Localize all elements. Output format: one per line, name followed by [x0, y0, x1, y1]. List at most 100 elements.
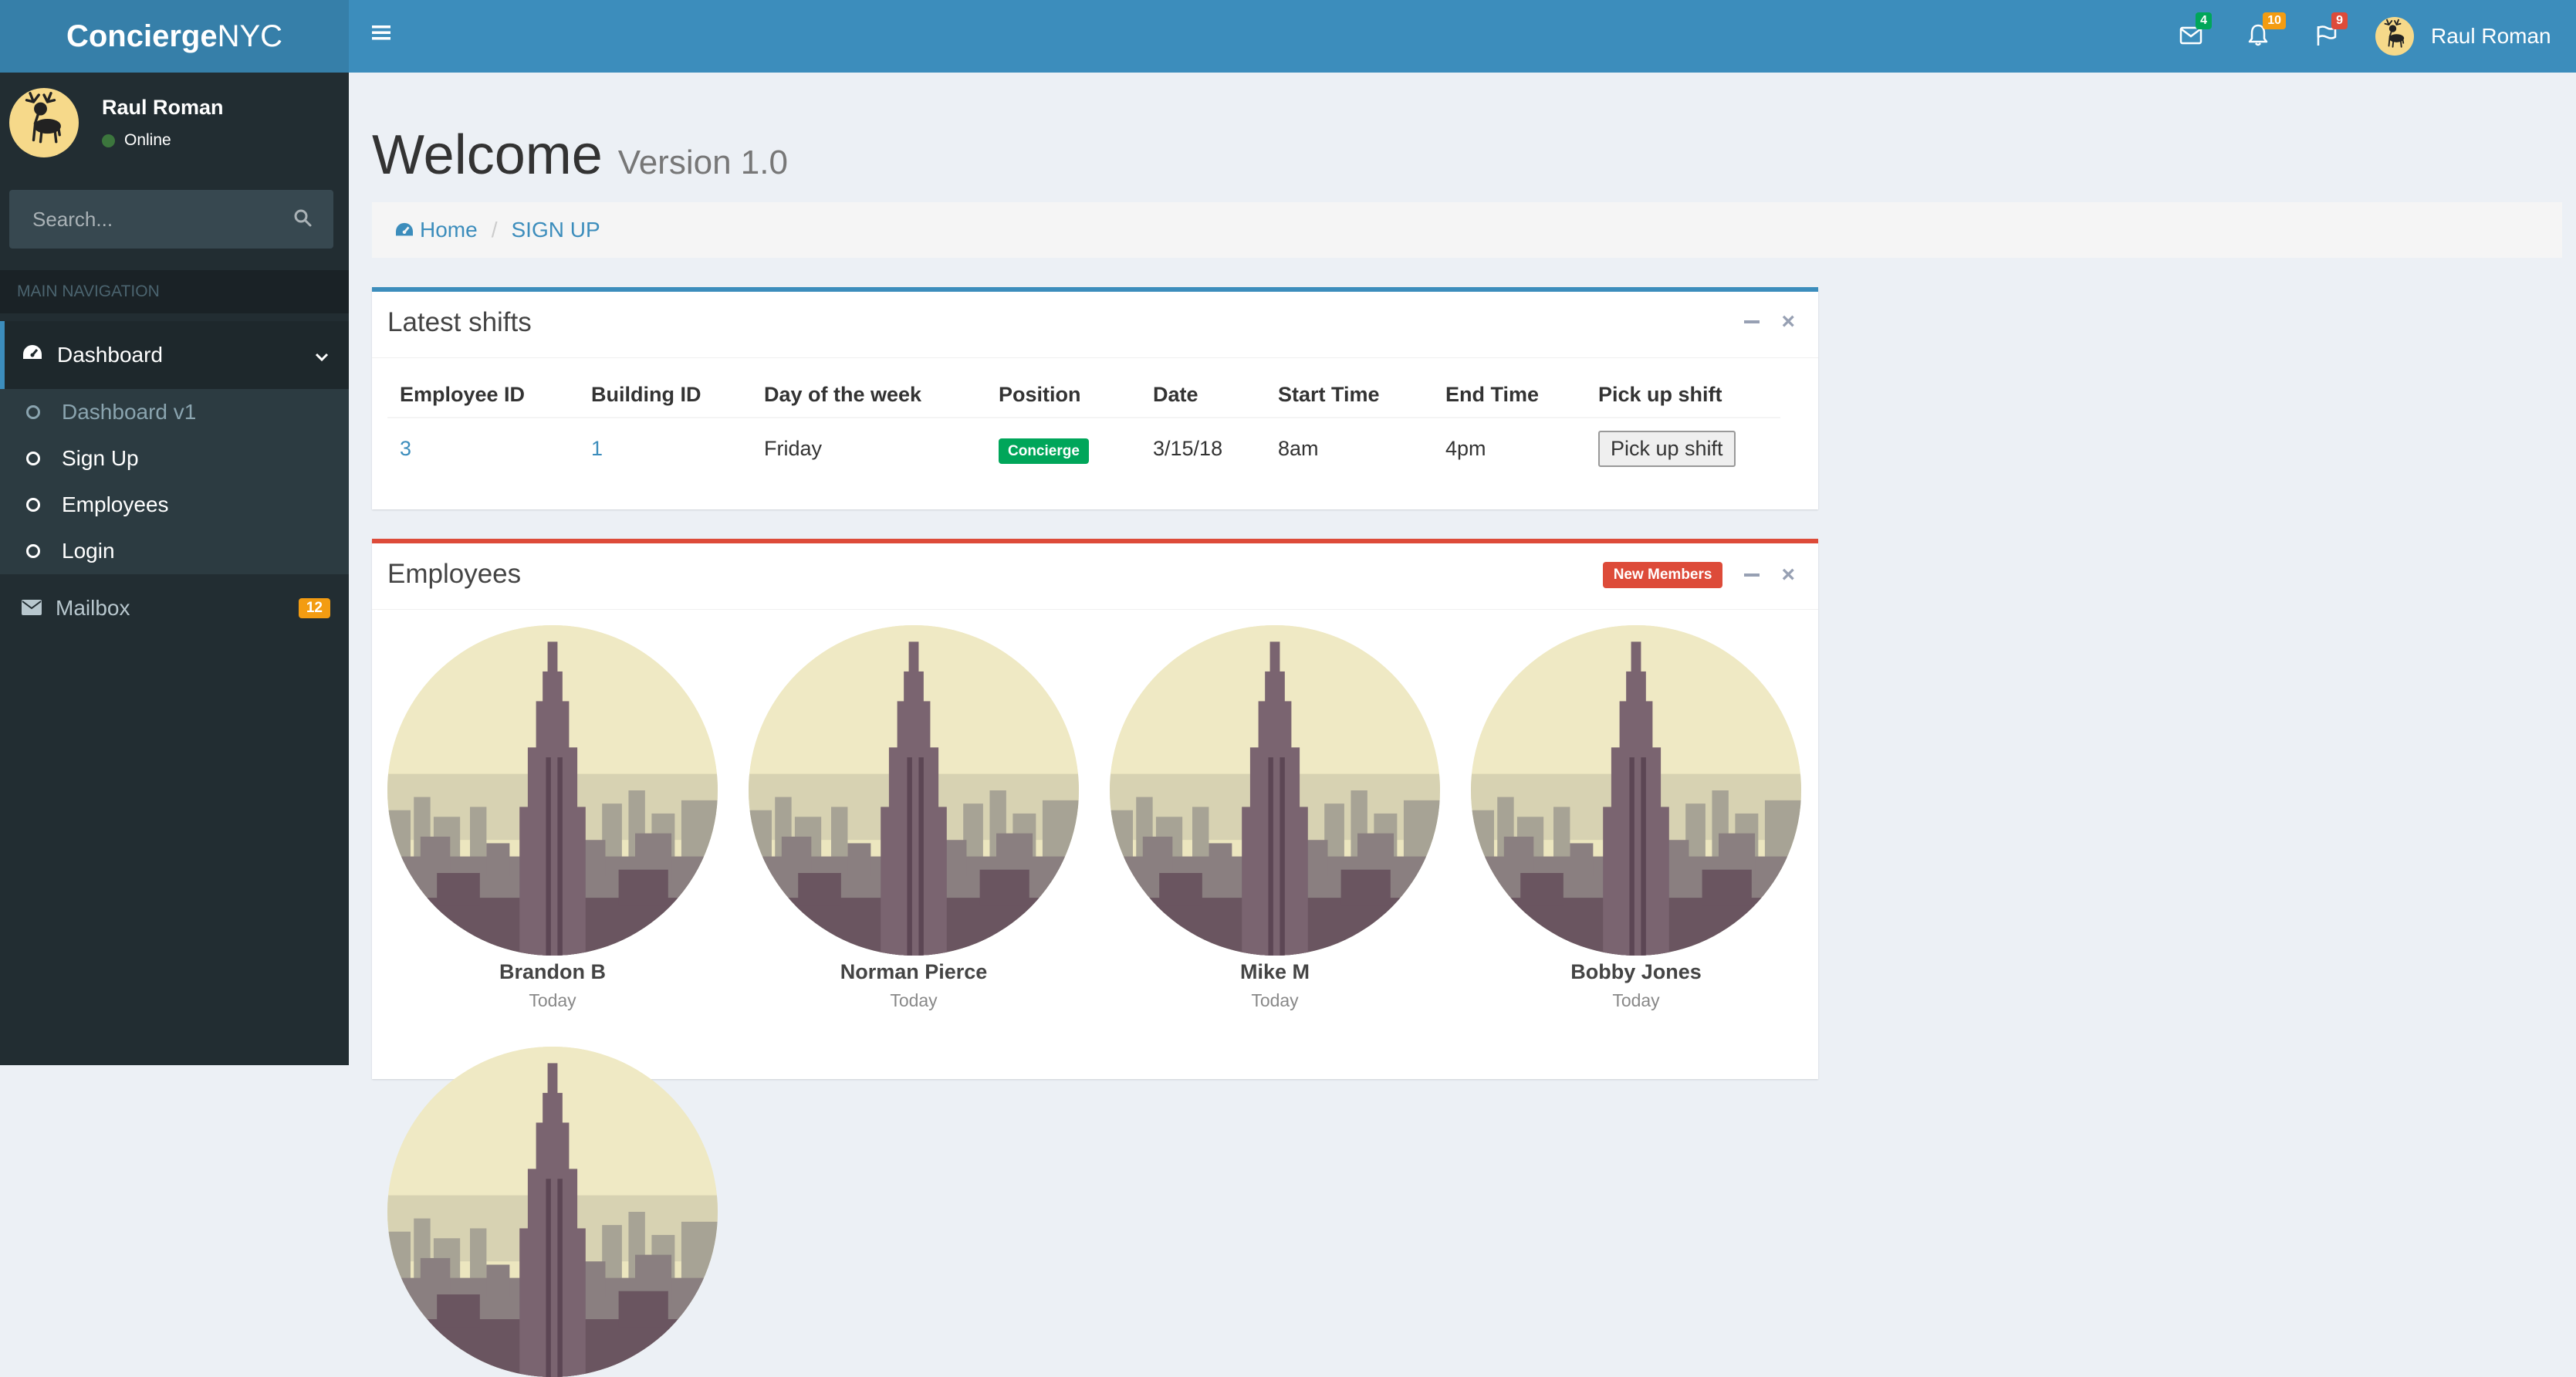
page-title-text: Welcome [372, 124, 603, 186]
nav-header: MAIN NAVIGATION [0, 270, 349, 313]
building-id-link[interactable]: 1 [579, 417, 752, 479]
page-subtitle: Version 1.0 [617, 144, 788, 181]
date-cell: 3/15/18 [1141, 417, 1266, 479]
chevron-down-icon [315, 343, 329, 367]
messages-menu[interactable]: 4 [2172, 12, 2212, 56]
circle-icon [26, 452, 40, 465]
user-card[interactable] [387, 1047, 718, 1377]
online-status: Online [102, 131, 171, 150]
user-menu[interactable]: Raul Roman [2375, 12, 2551, 60]
notifications-count-badge: 10 [2263, 12, 2286, 29]
search-icon[interactable] [293, 208, 312, 231]
box-header: Latest shifts × [372, 292, 1818, 358]
close-icon[interactable]: × [1781, 310, 1795, 333]
mailbox-count-badge: 12 [298, 598, 330, 618]
user-date: Today [1612, 990, 1660, 1010]
user-avatar [2375, 17, 2414, 56]
status-text: Online [124, 131, 171, 149]
pick-up-shift-button[interactable]: Pick up shift [1598, 430, 1736, 467]
circle-icon [26, 544, 40, 558]
column-header: Date [1141, 372, 1266, 418]
online-dot-icon [102, 134, 115, 147]
latest-shifts-box: Latest shifts × Employee ID Building ID … [372, 287, 1818, 509]
sidebar-item-label: Dashboard [57, 343, 163, 367]
notifications-menu[interactable]: 10 [2240, 12, 2286, 56]
action-cell: Pick up shift [1586, 417, 1780, 479]
column-header: End Time [1433, 372, 1586, 418]
user-date: Today [1251, 990, 1299, 1010]
circle-icon [26, 498, 40, 512]
breadcrumb-current[interactable]: SIGN UP [511, 218, 600, 242]
employee-id-link[interactable]: 3 [387, 417, 579, 479]
column-header: Start Time [1266, 372, 1433, 418]
sidebar-item-label: Mailbox [56, 596, 130, 620]
collapse-icon[interactable] [1744, 573, 1760, 577]
end-time-cell: 4pm [1433, 417, 1586, 479]
position-cell: Concierge [986, 417, 1141, 479]
sidebar-item-label: Sign Up [62, 446, 139, 470]
breadcrumb-home[interactable]: Home [394, 218, 478, 242]
brand-bold: Concierge [66, 19, 218, 53]
brand-logo[interactable]: Concierge NYC [0, 0, 349, 73]
sidebar-user-name: Raul Roman [102, 96, 224, 119]
close-icon[interactable]: × [1781, 563, 1795, 587]
user-card[interactable]: Norman Pierce Today [749, 625, 1079, 1011]
shifts-table: Employee ID Building ID Day of the week … [387, 372, 1780, 479]
user-photo [387, 1047, 718, 1377]
messages-count-badge: 4 [2196, 12, 2212, 29]
box-tools: New Members × [1602, 562, 1795, 588]
user-photo [1110, 625, 1440, 956]
top-navbar: 4 10 9 Raul Roman [349, 0, 2576, 73]
breadcrumb-separator: / [491, 218, 498, 242]
collapse-icon[interactable] [1744, 320, 1760, 323]
top-user-name: Raul Roman [2431, 24, 2551, 48]
user-card[interactable]: Mike M Today [1110, 625, 1440, 1011]
circle-icon [26, 405, 40, 419]
sidebar-item-login[interactable]: Login [0, 528, 349, 574]
sidebar-item-mailbox[interactable]: Mailbox 12 [0, 585, 349, 631]
new-members-badge: New Members [1602, 562, 1723, 588]
box-title: Latest shifts [387, 307, 532, 337]
column-header: Position [986, 372, 1141, 418]
brand-light: NYC [217, 19, 283, 53]
user-avatar [9, 88, 79, 157]
sidebar-item-employees[interactable]: Employees [0, 482, 349, 528]
dashboard-submenu: Dashboard v1 Sign Up Employees Login [0, 389, 349, 574]
user-panel: Raul Roman Online [0, 73, 349, 188]
column-header: Employee ID [387, 372, 579, 418]
day-cell: Friday [752, 417, 986, 479]
page-title: Welcome Version 1.0 [372, 123, 788, 187]
sidebar-item-dashboard[interactable]: Dashboard [0, 321, 349, 389]
user-name[interactable]: Bobby Jones [1471, 960, 1801, 984]
box-tools: × [1744, 310, 1795, 333]
sidebar: ConciergeNYC Raul Roman Online MAIN NAVI… [0, 0, 349, 1065]
user-photo [749, 625, 1079, 956]
dashboard-icon [22, 343, 43, 367]
start-time-cell: 8am [1266, 417, 1433, 479]
user-card[interactable]: Brandon B Today [387, 625, 718, 1011]
tasks-count-badge: 9 [2331, 12, 2348, 29]
sidebar-search [9, 190, 333, 249]
employees-box: Employees New Members × Brandon B Today … [372, 539, 1818, 1079]
user-card[interactable]: Bobby Jones Today [1471, 625, 1801, 1011]
table-header-row: Employee ID Building ID Day of the week … [387, 372, 1780, 418]
tasks-menu[interactable]: 9 [2307, 12, 2348, 56]
user-date: Today [529, 990, 576, 1010]
table-row: 3 1 Friday Concierge 3/15/18 8am 4pm Pic… [387, 417, 1780, 479]
breadcrumb: Home / SIGN UP [372, 202, 2562, 258]
user-photo [387, 625, 718, 956]
column-header: Building ID [579, 372, 752, 418]
user-date: Today [890, 990, 938, 1010]
position-badge: Concierge [999, 438, 1089, 464]
user-name[interactable]: Norman Pierce [749, 960, 1079, 984]
sidebar-item-dashboard-v1[interactable]: Dashboard v1 [0, 389, 349, 435]
search-input[interactable] [31, 206, 289, 232]
user-name[interactable]: Brandon B [387, 960, 718, 984]
sidebar-item-sign-up[interactable]: Sign Up [0, 435, 349, 482]
user-name[interactable]: Mike M [1110, 960, 1440, 984]
user-photo [1471, 625, 1801, 956]
breadcrumb-home-label: Home [420, 218, 478, 242]
menu-toggle-icon[interactable] [372, 23, 390, 46]
column-header: Pick up shift [1586, 372, 1780, 418]
box-header: Employees New Members × [372, 543, 1818, 610]
